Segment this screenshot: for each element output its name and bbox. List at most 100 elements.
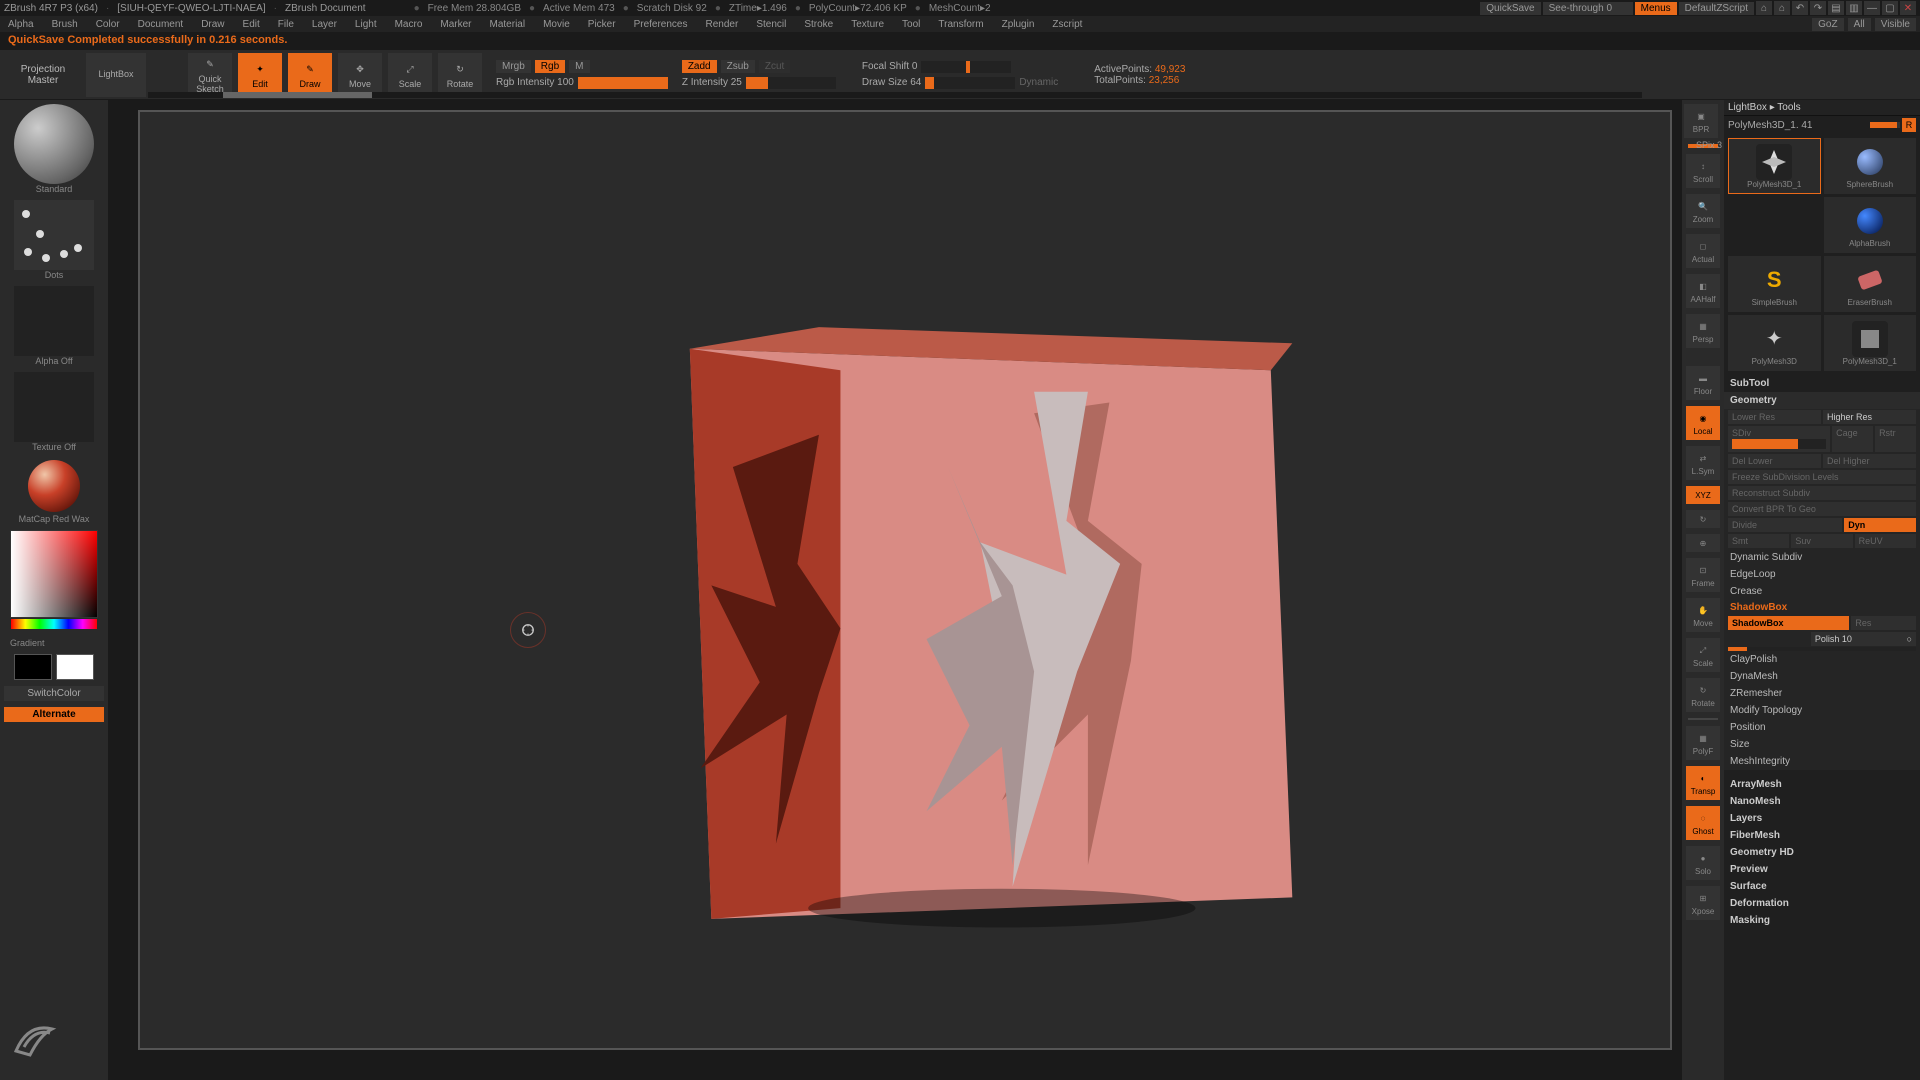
- menu-light[interactable]: Light: [351, 19, 381, 30]
- freeze-button[interactable]: Freeze SubDivision Levels: [1728, 470, 1916, 484]
- material-selector[interactable]: MatCap Red Wax: [4, 458, 104, 524]
- home-icon[interactable]: ⌂: [1756, 1, 1772, 15]
- minimize-icon[interactable]: —: [1864, 1, 1880, 15]
- shadowbox-button[interactable]: ShadowBox: [1728, 616, 1849, 630]
- menu-color[interactable]: Color: [92, 19, 124, 30]
- masking-header[interactable]: Masking: [1724, 912, 1920, 929]
- convertbpr-button[interactable]: Convert BPR To Geo: [1728, 502, 1916, 516]
- rstr-button[interactable]: Rstr: [1875, 426, 1916, 452]
- edgeloop-section[interactable]: EdgeLoop: [1724, 566, 1920, 583]
- maximize-icon[interactable]: ▢: [1882, 1, 1898, 15]
- menu-stencil[interactable]: Stencil: [752, 19, 790, 30]
- menu-stroke[interactable]: Stroke: [800, 19, 837, 30]
- preview-header[interactable]: Preview: [1724, 861, 1920, 878]
- spix-label[interactable]: SPix 3: [1696, 140, 1722, 150]
- lowerres-button[interactable]: Lower Res: [1728, 410, 1821, 424]
- menu-tool[interactable]: Tool: [898, 19, 924, 30]
- color-swatch-primary[interactable]: [56, 654, 94, 680]
- mrgb-button[interactable]: Mrgb: [496, 60, 531, 73]
- viewport[interactable]: [138, 110, 1672, 1050]
- redo-icon[interactable]: ↷: [1810, 1, 1826, 15]
- dock-icon[interactable]: ▤: [1828, 1, 1844, 15]
- move-tool-button[interactable]: ✋Move: [1686, 598, 1720, 632]
- dynamic-subdiv-section[interactable]: Dynamic Subdiv: [1724, 549, 1920, 566]
- color-swatch-secondary[interactable]: [14, 654, 52, 680]
- menus-button[interactable]: Menus: [1635, 2, 1677, 15]
- suv-button[interactable]: Suv: [1791, 534, 1852, 548]
- rot-y-button[interactable]: ↻: [1686, 510, 1720, 528]
- lightbox-tools-header[interactable]: LightBox ▸ Tools: [1724, 100, 1920, 116]
- edit-button[interactable]: ✦Edit: [238, 53, 282, 97]
- draw-button[interactable]: ✎Draw: [288, 53, 332, 97]
- goz-visible-button[interactable]: Visible: [1875, 18, 1916, 31]
- menu-edit[interactable]: Edit: [239, 19, 264, 30]
- menu-texture[interactable]: Texture: [847, 19, 888, 30]
- undo-icon[interactable]: ↶: [1792, 1, 1808, 15]
- actual-button[interactable]: ◻Actual: [1686, 234, 1720, 268]
- hue-bar[interactable]: [11, 619, 97, 629]
- tool-polymesh3d-1b[interactable]: PolyMesh3D_1: [1824, 315, 1917, 371]
- menu-draw[interactable]: Draw: [197, 19, 228, 30]
- deformation-header[interactable]: Deformation: [1724, 895, 1920, 912]
- modify-topology-section[interactable]: Modify Topology: [1724, 702, 1920, 719]
- claypolish-section[interactable]: ClayPolish: [1724, 651, 1920, 668]
- position-section[interactable]: Position: [1724, 719, 1920, 736]
- frame-button[interactable]: ⊡Frame: [1686, 558, 1720, 592]
- seethrough-slider[interactable]: See-through 0: [1543, 2, 1633, 15]
- color-picker[interactable]: [4, 530, 104, 618]
- draw-size-slider[interactable]: [925, 77, 1015, 89]
- resv-button[interactable]: ReUV: [1855, 534, 1916, 548]
- size-section[interactable]: Size: [1724, 736, 1920, 753]
- menu-render[interactable]: Render: [702, 19, 743, 30]
- surface-header[interactable]: Surface: [1724, 878, 1920, 895]
- move-button[interactable]: ✥Move: [338, 53, 382, 97]
- rgb-intensity-slider[interactable]: [578, 77, 668, 89]
- rotate-button[interactable]: ↻Rotate: [438, 53, 482, 97]
- scroll-button[interactable]: ↕Scroll: [1686, 154, 1720, 188]
- menu-material[interactable]: Material: [486, 19, 530, 30]
- reconstruct-button[interactable]: Reconstruct Subdiv: [1728, 486, 1916, 500]
- floor-button[interactable]: ▬Floor: [1686, 366, 1720, 400]
- xpose-button[interactable]: ⊞Xpose: [1686, 886, 1720, 920]
- meshintegrity-section[interactable]: MeshIntegrity: [1724, 753, 1920, 770]
- alternate-button[interactable]: Alternate: [4, 707, 104, 722]
- dynamesh-section[interactable]: DynaMesh: [1724, 668, 1920, 685]
- tool-alphabrush[interactable]: AlphaBrush: [1824, 197, 1917, 253]
- tool-polymesh3d-1[interactable]: PolyMesh3D_1: [1728, 138, 1821, 194]
- dyn-button[interactable]: Dyn: [1844, 518, 1916, 532]
- menu-marker[interactable]: Marker: [436, 19, 475, 30]
- menu-document[interactable]: Document: [134, 19, 188, 30]
- menu-preferences[interactable]: Preferences: [630, 19, 692, 30]
- rotate-tool-button[interactable]: ↻Rotate: [1686, 678, 1720, 712]
- geometryhd-header[interactable]: Geometry HD: [1724, 844, 1920, 861]
- layers-header[interactable]: Layers: [1724, 810, 1920, 827]
- rgb-button[interactable]: Rgb: [535, 60, 565, 73]
- switchcolor-button[interactable]: SwitchColor: [4, 686, 104, 701]
- defaultscript-button[interactable]: DefaultZScript: [1679, 2, 1754, 15]
- menu-zplugin[interactable]: Zplugin: [998, 19, 1039, 30]
- close-icon[interactable]: ✕: [1900, 1, 1916, 15]
- lsym-button[interactable]: ⇄L.Sym: [1686, 446, 1720, 480]
- higherres-button[interactable]: Higher Res: [1823, 410, 1916, 424]
- aahalf-button[interactable]: ◧AAHalf: [1686, 274, 1720, 308]
- z-intensity-slider[interactable]: [746, 77, 836, 89]
- persp-button[interactable]: ▦Persp: [1686, 314, 1720, 348]
- xyz-button[interactable]: XYZ: [1686, 486, 1720, 504]
- m-button[interactable]: M: [569, 60, 589, 73]
- sdiv-slider[interactable]: SDiv: [1728, 426, 1830, 452]
- lightbox-button[interactable]: LightBox: [86, 53, 146, 97]
- tool-polymesh3d[interactable]: ✦PolyMesh3D: [1728, 315, 1821, 371]
- polyf-button[interactable]: ▦PolyF: [1686, 726, 1720, 760]
- menu-macro[interactable]: Macro: [391, 19, 427, 30]
- zadd-button[interactable]: Zadd: [682, 60, 717, 73]
- geometry-header[interactable]: Geometry: [1724, 392, 1920, 409]
- projection-master-button[interactable]: Projection Master: [6, 64, 80, 86]
- rot-z-button[interactable]: ⊕: [1686, 534, 1720, 552]
- home2-icon[interactable]: ⌂: [1774, 1, 1790, 15]
- menu-picker[interactable]: Picker: [584, 19, 620, 30]
- undo-history-bar[interactable]: [148, 92, 1642, 98]
- transp-button[interactable]: ◐Transp: [1686, 766, 1720, 800]
- menu-layer[interactable]: Layer: [308, 19, 341, 30]
- quicksketch-button[interactable]: ✎Quick Sketch: [188, 53, 232, 97]
- arraymesh-header[interactable]: ArrayMesh: [1724, 776, 1920, 793]
